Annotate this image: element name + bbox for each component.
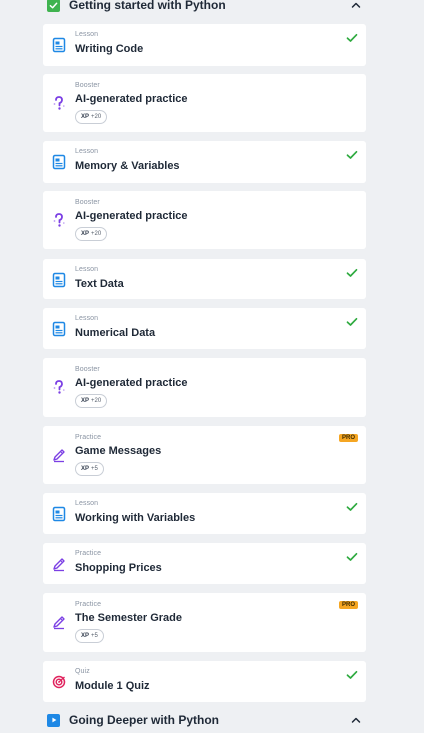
xp-value: +20 [91, 231, 102, 237]
lesson-document-icon [52, 506, 66, 522]
xp-label: XP [81, 633, 90, 639]
booster-question-icon [52, 379, 66, 395]
item-title: Module 1 Quiz [75, 680, 150, 692]
item-title: AI-generated practice [75, 93, 188, 105]
course-item-card[interactable]: Practice Shopping Prices [43, 543, 366, 584]
practice-pencil-icon [52, 556, 66, 572]
item-title: AI-generated practice [75, 210, 188, 222]
course-item-card[interactable]: Booster AI-generated practice XP +20 [43, 74, 366, 132]
xp-badge: XP +20 [75, 110, 108, 124]
item-kind-label: Booster [75, 366, 100, 373]
item-title: Text Data [75, 278, 124, 290]
item-kind-label: Practice [75, 550, 102, 557]
item-title: Game Messages [75, 445, 162, 457]
item-title: Writing Code [75, 43, 144, 55]
booster-question-icon [52, 212, 66, 228]
practice-pencil-icon [52, 447, 66, 463]
xp-label: XP [81, 231, 90, 237]
item-kind-label: Lesson [75, 148, 99, 155]
practice-pencil-icon [52, 614, 66, 630]
xp-value: +20 [91, 398, 102, 404]
item-kind-label: Booster [75, 82, 100, 89]
course-item-card[interactable]: Booster AI-generated practice XP +20 [43, 358, 366, 417]
course-item-card[interactable]: Lesson Text Data [43, 259, 366, 299]
checkmark-icon [346, 30, 358, 42]
checkmark-icon [346, 499, 358, 511]
item-kind-label: Practice [75, 434, 102, 441]
checkmark-icon [346, 314, 358, 326]
item-title: Shopping Prices [75, 562, 162, 574]
pro-badge: PRO [338, 601, 358, 609]
course-item-card[interactable]: Quiz Module 1 Quiz [43, 661, 366, 702]
item-title: The Semester Grade [75, 612, 182, 624]
section-header-getting-started[interactable]: Getting started with Python [42, 0, 368, 16]
item-kind-label: Lesson [75, 31, 99, 38]
lesson-document-icon [52, 272, 66, 288]
item-kind-label: Practice [75, 601, 102, 608]
checkmark-icon [346, 549, 358, 561]
chevron-up-icon[interactable] [350, 0, 362, 11]
item-title: Memory & Variables [75, 160, 180, 172]
item-kind-label: Lesson [75, 266, 99, 273]
course-item-card[interactable]: Lesson Memory & Variables [43, 141, 366, 183]
xp-label: XP [81, 398, 90, 404]
booster-question-icon [52, 95, 66, 111]
checkmark-icon [346, 265, 358, 277]
lesson-document-icon [52, 37, 66, 53]
item-title: Working with Variables [75, 512, 196, 524]
pro-badge: PRO [338, 434, 358, 442]
section-title: Getting started with Python [69, 0, 226, 12]
xp-badge: XP +5 [75, 462, 104, 476]
checkbox-checked-icon [47, 0, 60, 12]
item-kind-label: Lesson [75, 315, 99, 322]
xp-value: +5 [91, 633, 98, 639]
checkmark-icon [346, 667, 358, 679]
item-title: AI-generated practice [75, 377, 188, 389]
course-item-card[interactable]: Practice Game Messages XP +5 PRO [43, 426, 366, 484]
item-kind-label: Booster [75, 199, 100, 206]
course-item-card[interactable]: Lesson Numerical Data [43, 308, 366, 349]
item-title: Numerical Data [75, 327, 156, 339]
xp-label: XP [81, 466, 90, 472]
quiz-target-icon [52, 674, 66, 690]
course-item-card[interactable]: Lesson Working with Variables [43, 493, 366, 534]
course-item-card[interactable]: Lesson Writing Code [43, 24, 366, 66]
xp-value: +20 [91, 114, 102, 120]
chevron-up-icon[interactable] [350, 714, 362, 726]
section-title: Going Deeper with Python [69, 713, 220, 727]
xp-label: XP [81, 114, 90, 120]
course-item-card[interactable]: Practice The Semester Grade XP +5 PRO [43, 593, 366, 652]
course-item-card[interactable]: Booster AI-generated practice XP +20 [43, 191, 366, 249]
lesson-document-icon [52, 154, 66, 170]
xp-badge: XP +5 [75, 629, 104, 643]
play-icon [47, 713, 60, 727]
item-kind-label: Lesson [75, 500, 99, 507]
item-kind-label: Quiz [75, 668, 90, 675]
xp-value: +5 [91, 466, 98, 472]
section-header-going-deeper[interactable]: Going Deeper with Python [42, 709, 368, 731]
lesson-document-icon [52, 321, 66, 337]
checkmark-icon [346, 147, 358, 159]
xp-badge: XP +20 [75, 227, 108, 241]
xp-badge: XP +20 [75, 394, 108, 408]
